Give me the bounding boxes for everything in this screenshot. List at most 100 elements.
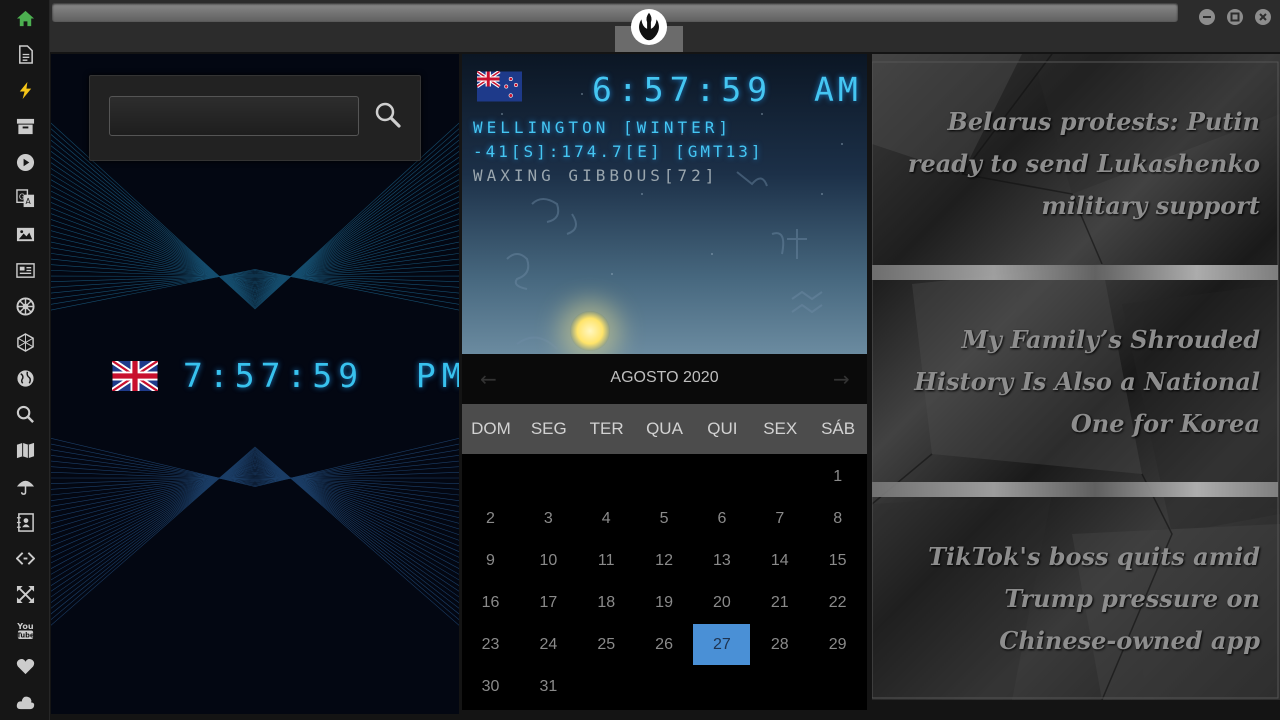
close-icon xyxy=(1259,13,1267,21)
news-headline[interactable]: TikTok's boss quits amid Trump pressure … xyxy=(880,536,1260,662)
calendar-day[interactable]: 8 xyxy=(809,498,866,539)
svg-text:Tube: Tube xyxy=(16,631,34,639)
calendar-next-button[interactable]: → xyxy=(833,367,850,391)
nz-city: WELLINGTON [WINTER] xyxy=(473,118,733,137)
calendar-panel: 6:57:59 AM WELLINGTON [WINTER] -41[S]:17… xyxy=(462,54,867,710)
new-zealand-flag xyxy=(477,71,522,102)
sidebar-item-home[interactable] xyxy=(13,6,37,30)
address-bar[interactable] xyxy=(52,3,1178,22)
sidebar-item-documents[interactable] xyxy=(13,42,37,66)
search-icon xyxy=(16,405,34,423)
weekday-label: SEX xyxy=(763,419,798,438)
calendar-day[interactable]: 10 xyxy=(520,540,577,581)
top-bar xyxy=(50,0,1280,52)
calendar-day[interactable]: 12 xyxy=(636,540,693,581)
nz-coordinates: -41[S]:174.7[E] [GMT13] xyxy=(473,142,764,161)
empire-icon xyxy=(15,296,35,316)
calendar-day[interactable]: 13 xyxy=(693,540,750,581)
archive-icon xyxy=(16,118,34,134)
sidebar-item-video[interactable] xyxy=(13,150,37,174)
sidebar-item-empire[interactable] xyxy=(13,294,37,318)
calendar-day[interactable]: 6 xyxy=(693,498,750,539)
calendar-day[interactable]: 30 xyxy=(462,666,519,707)
sidebar-item-favorites[interactable] xyxy=(13,654,37,678)
home-icon xyxy=(16,10,34,26)
calendar-day[interactable]: 4 xyxy=(578,498,635,539)
globe-icon xyxy=(16,369,34,387)
weekday-label: DOM xyxy=(471,419,511,438)
calendar-day[interactable]: 17 xyxy=(520,582,577,623)
maximize-button[interactable] xyxy=(1227,9,1243,25)
sidebar-item-archive[interactable] xyxy=(13,114,37,138)
uk-clock: 7:57:59 PM xyxy=(183,356,459,395)
calendar-day[interactable]: 31 xyxy=(520,666,577,707)
search-input[interactable] xyxy=(109,96,359,136)
sidebar-item-news[interactable] xyxy=(13,258,37,282)
svg-text:G: G xyxy=(18,192,24,201)
image-icon xyxy=(16,227,34,241)
calendar-day[interactable]: 28 xyxy=(751,624,808,665)
calendar-month-title[interactable]: AGOSTO 2020 xyxy=(462,369,867,387)
sidebar-item-weather[interactable] xyxy=(13,474,37,498)
sidebar-item-fullscreen[interactable] xyxy=(13,582,37,606)
cloud-icon xyxy=(16,696,34,709)
weekday-label: TER xyxy=(589,419,624,438)
sky-view: 6:57:59 AM WELLINGTON [WINTER] -41[S]:17… xyxy=(462,54,867,354)
calendar-day[interactable]: 22 xyxy=(809,582,866,623)
news-divider xyxy=(872,482,1278,497)
calendar-day[interactable]: 3 xyxy=(520,498,577,539)
newspaper-icon xyxy=(15,262,35,278)
calendar-day[interactable]: 18 xyxy=(578,582,635,623)
calendar-day[interactable]: 14 xyxy=(751,540,808,581)
close-button[interactable] xyxy=(1255,9,1271,25)
news-panel: Belarus protests: Putin ready to send Lu… xyxy=(872,54,1280,700)
calendar-day[interactable]: 26 xyxy=(636,624,693,665)
news-headline[interactable]: Belarus protests: Putin ready to send Lu… xyxy=(880,101,1260,227)
news-divider xyxy=(872,265,1278,280)
play-icon xyxy=(16,153,34,171)
sidebar-item-contacts[interactable] xyxy=(13,510,37,534)
maximize-icon xyxy=(1230,12,1240,22)
sidebar-item-hexagon[interactable] xyxy=(13,330,37,354)
calendar-day[interactable]: 25 xyxy=(578,624,635,665)
weekday-label: QUI xyxy=(707,419,738,438)
sidebar-item-globe[interactable] xyxy=(13,366,37,390)
calendar-day[interactable]: 1 xyxy=(809,456,866,497)
calendar-day-today[interactable]: 27 xyxy=(693,624,751,665)
calendar-weekdays: DOM SEG TER QUA QUI SEX SÁB xyxy=(462,404,867,454)
calendar-day[interactable]: 21 xyxy=(751,582,808,623)
calendar-day[interactable]: 15 xyxy=(809,540,866,581)
search-icon xyxy=(375,102,401,128)
calendar-day[interactable]: 23 xyxy=(462,624,519,665)
calendar-day[interactable]: 29 xyxy=(809,624,866,665)
calendar-day[interactable]: 20 xyxy=(693,582,750,623)
uk-ampm: PM xyxy=(415,356,459,395)
sidebar-item-search[interactable] xyxy=(13,402,37,426)
calendar-day[interactable]: 16 xyxy=(462,582,519,623)
umbrella-icon xyxy=(16,480,34,495)
world-clock-panel: 7:57:59 PM xyxy=(51,54,459,714)
calendar-day[interactable]: 5 xyxy=(636,498,693,539)
sidebar-item-translate[interactable]: GA xyxy=(13,186,37,210)
calendar-day[interactable]: 7 xyxy=(751,498,808,539)
minimize-button[interactable] xyxy=(1199,9,1215,25)
search-button[interactable] xyxy=(372,99,404,131)
calendar-day[interactable]: 2 xyxy=(462,498,519,539)
sidebar-item-images[interactable] xyxy=(13,222,37,246)
calendar-day[interactable]: 11 xyxy=(578,540,635,581)
sidebar-item-map[interactable] xyxy=(13,438,37,462)
calendar-day[interactable]: 19 xyxy=(636,582,693,623)
sidebar-item-code[interactable] xyxy=(13,546,37,570)
svg-text:You: You xyxy=(16,622,34,631)
sun-icon xyxy=(570,311,610,351)
contacts-icon xyxy=(16,512,34,532)
calendar-day[interactable]: 24 xyxy=(520,624,577,665)
sidebar-item-cloud[interactable] xyxy=(13,690,37,714)
sidebar-item-flash[interactable] xyxy=(13,78,37,102)
sidebar-item-youtube[interactable]: You Tube xyxy=(13,618,37,642)
document-icon xyxy=(18,44,33,64)
heart-icon xyxy=(16,658,34,674)
uk-time: 7:57:59 xyxy=(183,356,365,395)
news-headline[interactable]: My Family’s Shrouded History Is Also a N… xyxy=(880,319,1260,445)
calendar-day[interactable]: 9 xyxy=(462,540,519,581)
